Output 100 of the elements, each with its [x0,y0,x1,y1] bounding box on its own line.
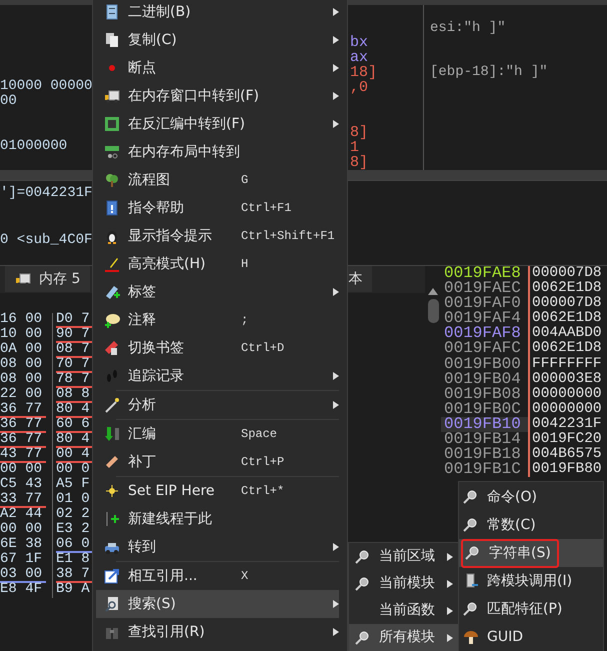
menu-item[interactable]: 相互引用... X [96,562,339,590]
hex-cell-text: 00 0 [56,463,91,478]
menu-item[interactable]: 转到 [96,533,339,561]
code-line: 10000 00000 [0,79,92,94]
hex-cell-text: B9 A [56,583,91,598]
hex-cell: 36 77 [0,418,46,433]
chip-icon [104,116,120,132]
hex-cell: 36 77 [0,403,46,418]
menu-item[interactable]: 匹配特征(P) [487,598,562,620]
search-icon [355,576,371,592]
operand-text: ax [350,50,368,65]
hex-cell-text: 08 00 [0,358,44,372]
menu-item[interactable]: 切换书签 Ctrl+D [96,334,339,362]
menu-item[interactable]: 查找引用(R) [96,618,339,646]
hex-cell: 33 77 [0,493,46,508]
sparkle-icon [104,483,120,499]
hex-cell-text: A2 44 [0,508,44,522]
menu-item[interactable]: 二进制(B) [96,0,339,26]
hex-cell: 36 77 [0,433,46,448]
menu-item[interactable]: GUID [487,626,524,648]
menu-item[interactable]: 常数(C) [487,514,536,536]
menu-item[interactable]: 在内存窗口中转到(F) [96,82,339,110]
down-arrow-icon [104,426,120,442]
menu-item[interactable]: 所有模块 [349,624,459,651]
stack-address: 0019FAE8 [444,264,521,282]
menu-item[interactable]: 当前模块 [349,570,459,597]
memory-module-icon [104,144,120,160]
hex-cell-text: 10 00 [0,328,44,342]
menu-item[interactable]: 显示指令提示 Ctrl+Shift+F1 [96,222,339,250]
hex-cell-text: C5 43 [0,478,44,492]
operand-text: ,0 [350,80,368,95]
hex-cell-text: 67 1F [0,553,44,568]
hex-cell: 03 00 [0,568,46,583]
speech-bubble-icon [104,312,120,328]
tree-icon [104,172,120,188]
hex-cell-text: 00 00 [0,523,44,538]
code-line: 00 [0,94,17,109]
stack-value: 0062E1D8 [528,281,602,296]
menu-item[interactable]: 高亮模式(H) H [96,250,339,278]
hex-cell-text: 02 2 [56,508,91,522]
stack-value: FFFFFFFF [528,356,602,372]
menu-item[interactable]: 汇编 Space [96,420,339,448]
info-line: ']=0042231F [0,186,92,201]
menu-item[interactable]: 注释 ; [96,306,339,334]
hex-cell-text: 08 00 [0,373,44,388]
stack-value: 00000000 [528,402,602,417]
search-icon [463,489,479,505]
menu-item[interactable]: 复制(C) [96,26,339,54]
menu-item[interactable]: 命令(O) [487,486,537,508]
tag-icon [104,284,120,300]
operand-text: 8] [350,125,368,140]
menu-item[interactable]: 补丁 Ctrl+P [96,448,339,476]
menu-item[interactable]: 追踪记录 [96,362,339,390]
menu-item[interactable]: 流程图 G [96,166,339,194]
penguin-icon [104,228,120,244]
menu-item[interactable]: 新建线程于此 [96,505,339,533]
hex-cell-text: 16 00 [0,313,44,328]
hex-cell-text: 22 00 [0,388,44,402]
stack-value: 0062E1D8 [528,311,602,326]
menu-item[interactable]: Set EIP Here Ctrl+* [96,477,339,505]
menu-item[interactable]: 搜索(S) [96,590,339,618]
hex-cell-text: 01 0 [56,493,91,508]
mushroom-icon [463,629,479,645]
search-icon [355,548,371,564]
hex-cell-text: 00 00 [0,463,44,478]
stack-value: 000007D8 [528,266,602,282]
tab[interactable]: 本 [346,266,372,292]
menu-item[interactable]: 在内存布局中转到 [96,138,339,166]
menu-item[interactable]: 在反汇编中转到(F) [96,110,339,138]
menu-item[interactable]: 指令帮助 Ctrl+F1 [96,194,339,222]
hex-cell-text: A5 F [56,478,91,492]
scroll-up-icon[interactable] [428,288,438,295]
menu-item[interactable]: 跨模块调用(I) [487,570,572,592]
stack-value: 0019FB80 [528,462,602,478]
stack-value: 0062E1D8 [528,341,602,357]
operand-text: bx [350,35,368,50]
tab[interactable]: 内存 5 [5,266,90,292]
menu-item[interactable]: 当前区域 [349,543,459,570]
hex-cell-text: E8 4F [0,583,44,598]
hex-cell-text: 0A 00 [0,343,44,358]
search-icon [463,517,479,533]
scrollbar-thumb[interactable] [428,299,438,323]
stack-value: 004B6575 [528,447,602,462]
copy-icon [104,32,120,48]
menu-item[interactable]: 断点 [96,54,339,82]
operand-text: 18] [350,65,378,80]
stack-value: 000007D8 [528,296,602,312]
info-line: 0 <sub_4C0F [0,233,92,248]
bookmark-icon [104,340,120,356]
code-line: 01000000 [0,139,68,154]
menu-item[interactable]: 分析 [96,391,339,419]
stack-value: 0019FC20 [528,432,602,448]
hex-cell: 43 77 [0,448,46,463]
menu-item[interactable]: 当前函数 [349,597,459,624]
comment-text: [ebp-18]:"h ]" [430,65,549,80]
bandage-icon [104,454,120,470]
stack-value: 000003E8 [528,372,602,387]
menu-item[interactable]: 标签 [96,278,339,306]
search-icon [463,601,479,617]
wand-icon [104,397,120,413]
